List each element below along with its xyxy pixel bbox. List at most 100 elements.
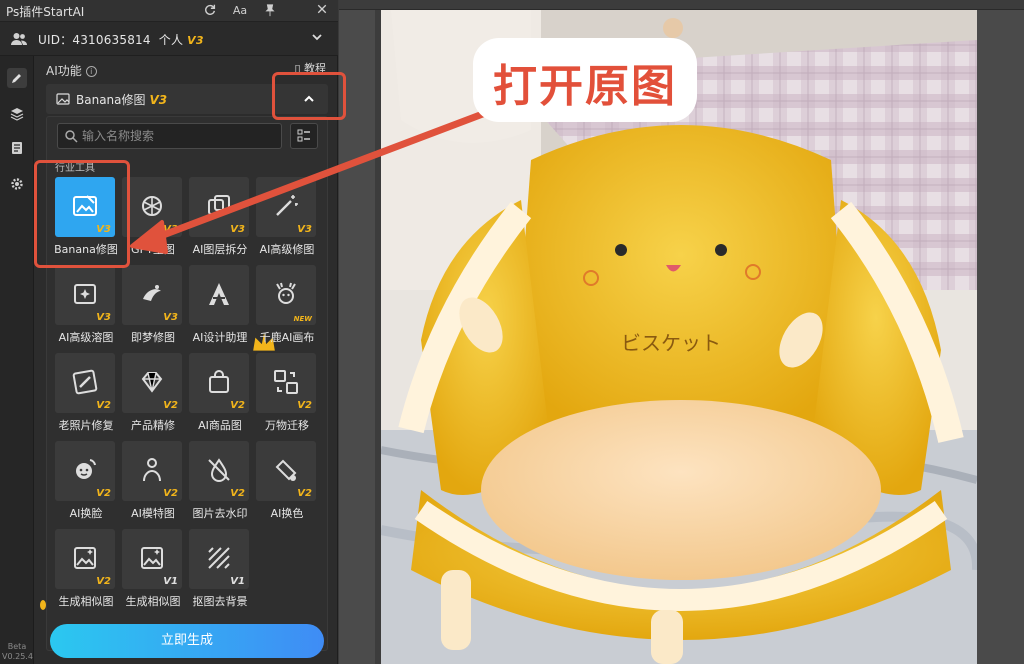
tool-tile-icon-box: V2 — [189, 441, 249, 501]
settings-tab[interactable] — [7, 174, 27, 194]
tool-tile[interactable]: V3 GPT生图 — [122, 177, 184, 261]
users-icon — [11, 33, 27, 45]
version-number: V0.25.4 — [2, 652, 33, 661]
tool-tile[interactable]: V2 生成相似图 — [55, 529, 117, 613]
tool-tile[interactable]: V3 AI图层拆分 — [189, 177, 251, 261]
uid-value: UID：4310635814 — [38, 33, 151, 47]
search-icon — [65, 130, 78, 143]
tool-version-badge: V1 — [230, 576, 245, 587]
tool-tile-label: AI图层拆分 — [192, 243, 248, 256]
side-toolbar: Beta V0.25.4 — [0, 56, 34, 664]
tool-tile[interactable]: V2 产品精修 — [122, 353, 184, 437]
tool-tile[interactable]: V2 AI换色 — [256, 441, 318, 525]
tool-tile[interactable]: V2 AI模特图 — [122, 441, 184, 525]
app-title: Ps插件StartAI — [6, 5, 85, 19]
chevron-down-icon[interactable] — [310, 30, 324, 44]
tool-version-badge: V2 — [230, 488, 245, 499]
tool-tile-icon-box: V2 — [189, 353, 249, 413]
tool-tile-label: 产品精修 — [131, 419, 175, 432]
screen: Ps插件StartAI Aa UID：4310635814 个人 V3 Beta… — [0, 0, 1024, 664]
tool-tile-label: AI高级溶图 — [58, 331, 114, 344]
tool-tile-icon-box: NEW — [256, 265, 316, 325]
remove-watermark-icon — [208, 458, 230, 482]
pin-icon[interactable] — [262, 3, 278, 19]
tool-tile-icon-box: V2 — [256, 441, 316, 501]
tool-tile-label: 老照片修复 — [58, 419, 114, 432]
list-view-button[interactable] — [290, 123, 318, 149]
tool-tile-icon-box: V3 — [189, 177, 249, 237]
generate-button[interactable]: 立即生成 — [50, 624, 324, 658]
tool-tile[interactable]: V2 老照片修复 — [55, 353, 117, 437]
tool-tile[interactable]: AI设计助理 — [189, 265, 275, 351]
tool-tile-icon-box: V3 — [55, 265, 115, 325]
similar-image-icon — [74, 547, 96, 569]
tool-tile[interactable]: V2 图片去水印 — [189, 441, 251, 525]
account-bar: UID：4310635814 个人 V3 — [0, 22, 338, 56]
pen-icon — [12, 74, 21, 83]
gear-icon — [11, 178, 23, 190]
tool-version-badge: V3 — [297, 224, 312, 235]
tool-version-badge: V2 — [297, 488, 312, 499]
tool-version-badge: V2 — [230, 400, 245, 411]
photo-repair-icon — [72, 369, 98, 395]
search-input[interactable] — [82, 127, 277, 145]
tool-tile[interactable]: V1 生成相似图 — [122, 529, 184, 613]
callout-bubble: 打开原图 — [473, 38, 697, 122]
tool-version-badge: V1 — [163, 576, 178, 587]
tool-tile[interactable]: V1 抠图去背景 — [189, 529, 251, 613]
tool-tile-icon-box: V2 — [122, 441, 182, 501]
callout-text: 打开原图 — [493, 61, 677, 112]
document-icon — [12, 142, 22, 154]
layers-icon — [10, 108, 24, 121]
model-icon — [143, 458, 161, 482]
tool-tile-label: AI商品图 — [198, 419, 242, 432]
cushion-text: ビスケット — [621, 331, 721, 355]
image-icon — [56, 93, 70, 105]
tool-tile-label: AI换脸 — [69, 507, 103, 520]
tool-tile-label: 千鹿AI画布 — [259, 331, 315, 344]
close-icon[interactable] — [314, 3, 330, 19]
tool-tile-label: 万物迁移 — [265, 419, 309, 432]
tool-version-badge: V3 — [230, 224, 245, 235]
info-icon[interactable]: i — [85, 66, 97, 77]
tool-tile-icon-box — [189, 265, 275, 351]
deer-icon — [276, 282, 296, 304]
tool-tile[interactable]: V2 AI商品图 — [189, 353, 251, 437]
gpt-logo-icon — [142, 196, 162, 216]
section-title-text: AI功能 — [46, 64, 82, 78]
list-view-icon — [297, 129, 310, 142]
layers-tab[interactable] — [7, 104, 27, 124]
dream-icon — [143, 285, 161, 301]
tool-version-badge: V3 — [96, 312, 111, 323]
beta-label: Beta — [7, 642, 27, 651]
tool-tile-icon-box: V3 — [256, 177, 316, 237]
sparkle-image-icon — [74, 284, 96, 304]
tool-tile[interactable]: V3 AI高级溶图 — [55, 265, 117, 349]
ai-tools-tab[interactable] — [7, 68, 27, 88]
tool-version-badge: V2 — [163, 400, 178, 411]
shopping-bag-icon — [209, 370, 229, 393]
font-size-icon[interactable]: Aa — [232, 3, 248, 19]
tool-tile-icon-box: V2 — [55, 529, 115, 589]
tool-tile-icon-box: V3 — [122, 177, 182, 237]
tool-version-badge: V2 — [96, 488, 111, 499]
tool-tile-label: AI设计助理 — [192, 331, 248, 344]
tool-version-badge: V2 — [96, 576, 111, 587]
crown-icon — [234, 313, 275, 351]
history-tab[interactable] — [7, 138, 27, 158]
tool-tile[interactable]: V3 AI高级修图 — [256, 177, 318, 261]
tool-tile[interactable]: V2 万物迁移 — [256, 353, 318, 437]
tool-tile[interactable]: V3 即梦修图 — [122, 265, 184, 349]
diamond-icon — [141, 372, 163, 393]
tool-tile-icon-box: V2 — [122, 353, 182, 413]
tool-version-badge: V3 — [163, 312, 178, 323]
refresh-icon[interactable] — [202, 3, 218, 19]
tool-tile[interactable]: NEW 千鹿AI画布 — [256, 265, 318, 349]
tool-tile-label: AI模特图 — [131, 507, 175, 520]
highlight-expand-button — [272, 72, 346, 120]
tool-tile[interactable]: V2 AI换脸 — [55, 441, 117, 525]
uid-label: UID：4310635814 个人 V3 — [38, 31, 204, 48]
tool-tile-label: 生成相似图 — [125, 595, 181, 608]
tool-tile-icon-box: V2 — [55, 353, 115, 413]
canvas-scroll-area — [977, 10, 1024, 664]
